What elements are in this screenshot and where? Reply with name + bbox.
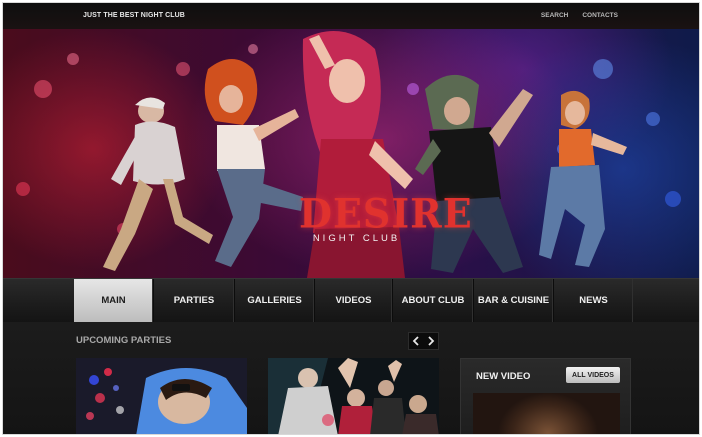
new-video-panel: NEW VIDEO ALL VIDEOS <box>460 358 631 434</box>
party-thumbnail[interactable] <box>268 358 439 434</box>
brand-logo: DESIRE NIGHT CLUB <box>299 189 473 244</box>
content-area: UPCOMING PARTIES NEW VIDEO ALL VIDEOS <box>3 322 699 434</box>
chevron-right-icon <box>428 336 435 346</box>
hero-banner: DESIRE NIGHT CLUB <box>3 29 699 278</box>
top-bar: JUST THE BEST NIGHT CLUB SEARCH CONTACTS <box>3 3 699 29</box>
new-video-title: NEW VIDEO <box>476 371 531 382</box>
page-frame: JUST THE BEST NIGHT CLUB SEARCH CONTACTS <box>2 2 700 435</box>
main-navigation: MAIN PARTIES GALLERIES VIDEOS ABOUT CLUB… <box>3 278 699 322</box>
top-links: SEARCH CONTACTS <box>541 12 618 19</box>
party-photo-crowd <box>268 358 439 434</box>
party-thumbnail[interactable] <box>76 358 247 434</box>
nav-item-videos[interactable]: VIDEOS <box>315 279 393 322</box>
all-videos-button[interactable]: ALL VIDEOS <box>566 367 620 383</box>
nav-item-about-club[interactable]: ABOUT CLUB <box>393 279 474 322</box>
nav-item-main[interactable]: MAIN <box>74 279 154 322</box>
nav-item-galleries[interactable]: GALLERIES <box>235 279 315 322</box>
video-thumbnail[interactable] <box>473 393 620 434</box>
pager-prev-button[interactable] <box>409 333 424 349</box>
nav-item-news[interactable]: NEWS <box>554 279 633 322</box>
chevron-left-icon <box>412 336 419 346</box>
upcoming-parties-title: UPCOMING PARTIES <box>76 335 172 346</box>
pager-next-button[interactable] <box>424 333 439 349</box>
search-link[interactable]: SEARCH <box>541 12 568 19</box>
contacts-link[interactable]: CONTACTS <box>582 12 618 19</box>
nav-item-bar-cuisine[interactable]: BAR & CUISINE <box>474 279 554 322</box>
party-photo-dj <box>76 358 247 434</box>
brand-title: DESIRE <box>299 189 473 238</box>
nav-items: MAIN PARTIES GALLERIES VIDEOS ABOUT CLUB… <box>74 279 633 323</box>
nav-item-parties[interactable]: PARTIES <box>154 279 235 322</box>
parties-pager <box>408 332 439 350</box>
site-tagline: JUST THE BEST NIGHT CLUB <box>83 12 185 19</box>
